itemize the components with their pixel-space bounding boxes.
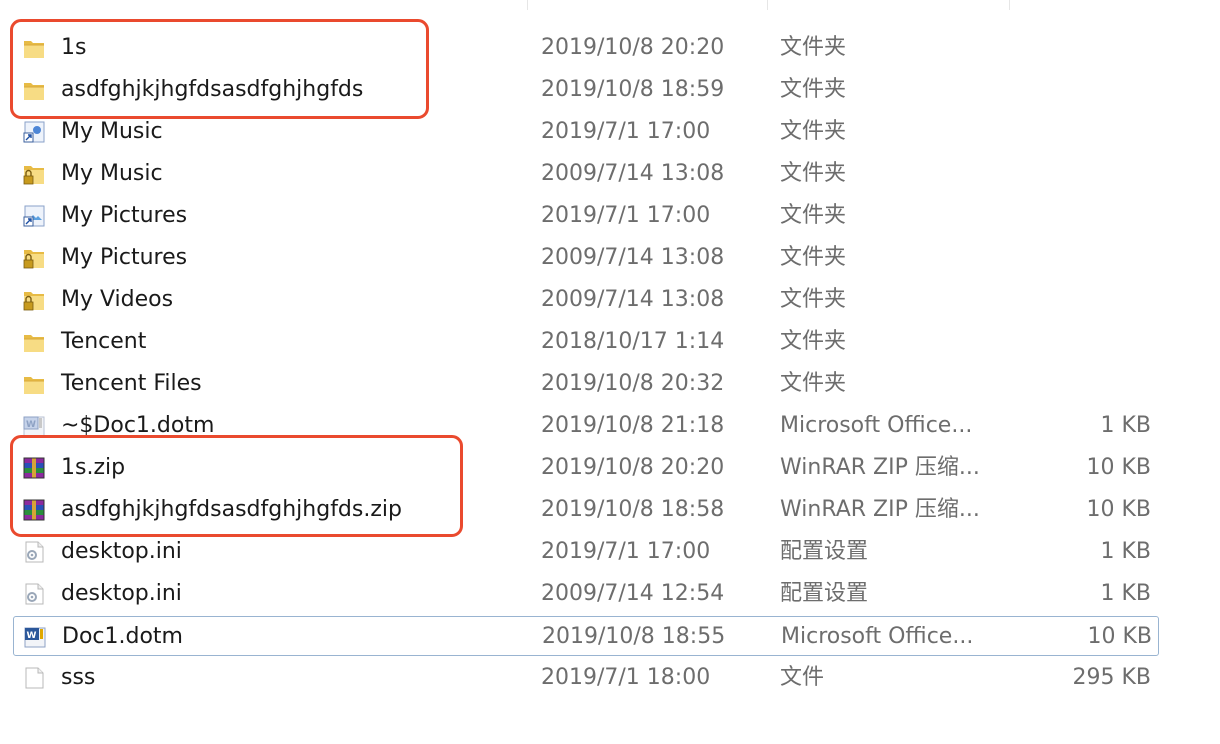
file-date-modified: 2019/7/1 17:00	[541, 203, 711, 228]
file-name: Doc1.dotm	[62, 624, 183, 649]
folder-icon	[21, 329, 47, 355]
file-type: 配置设置	[780, 539, 869, 564]
file-type: 文件夹	[780, 203, 847, 228]
file-size: 295 KB	[1072, 665, 1151, 690]
column-divider[interactable]	[527, 0, 528, 10]
file-name: Tencent	[61, 329, 147, 354]
file-name: My Pictures	[61, 245, 188, 270]
column-divider[interactable]	[1009, 0, 1010, 10]
file-size	[1033, 70, 1151, 110]
file-row[interactable]: My Videos 2009/7/14 13:08 文件夹	[13, 280, 1159, 320]
file-date-modified: 2019/10/8 20:32	[541, 371, 725, 396]
file-size	[1033, 322, 1151, 362]
highlight-box-folders	[10, 19, 429, 119]
file-size: 1 KB	[1100, 539, 1151, 564]
file-type: 文件夹	[780, 119, 847, 144]
file-date-modified: 2019/10/8 18:58	[541, 497, 725, 522]
file-type: Microsoft Office...	[780, 413, 973, 438]
locked-folder-icon	[21, 245, 47, 271]
file-type: 文件夹	[780, 371, 847, 396]
file-date-modified: 2019/10/8 20:20	[541, 35, 725, 60]
file-date-modified: 2009/7/14 13:08	[541, 287, 725, 312]
file-row[interactable]: My Pictures 2009/7/14 13:08 文件夹	[13, 238, 1159, 278]
file-type: 文件夹	[780, 161, 847, 186]
file-row[interactable]: desktop.ini 2019/7/1 17:00 配置设置 1 KB	[13, 532, 1159, 572]
file-size: 1 KB	[1100, 581, 1151, 606]
file-date-modified: 2019/7/1 18:00	[541, 665, 711, 690]
svg-text:W: W	[27, 631, 37, 641]
blank-file-icon	[21, 665, 47, 691]
word-template-icon: W	[22, 624, 48, 650]
file-name: sss	[61, 665, 96, 690]
file-name: desktop.ini	[61, 581, 182, 606]
file-name: desktop.ini	[61, 539, 182, 564]
file-row[interactable]: My Pictures 2019/7/1 17:00 文件夹	[13, 196, 1159, 236]
file-size: 10 KB	[1086, 497, 1151, 522]
file-type: 文件夹	[780, 245, 847, 270]
locked-folder-icon	[21, 287, 47, 313]
file-size	[1033, 364, 1151, 404]
file-date-modified: 2019/10/8 18:55	[542, 624, 726, 649]
file-row[interactable]: Tencent 2018/10/17 1:14 文件夹	[13, 322, 1159, 362]
svg-text:W: W	[26, 420, 36, 430]
file-type: Microsoft Office...	[781, 624, 974, 649]
file-type: 文件夹	[780, 287, 847, 312]
file-size	[1033, 28, 1151, 68]
file-name: My Pictures	[61, 203, 188, 228]
file-type: 文件	[780, 665, 825, 690]
file-type: WinRAR ZIP 压缩...	[780, 497, 980, 522]
file-size	[1033, 280, 1151, 320]
shortcut-music-icon	[21, 119, 47, 145]
file-type: 配置设置	[780, 581, 869, 606]
file-row[interactable]: My Music 2009/7/14 13:08 文件夹	[13, 154, 1159, 194]
file-size: 10 KB	[1087, 624, 1152, 649]
file-size	[1033, 238, 1151, 278]
file-date-modified: 2009/7/14 12:54	[541, 581, 725, 606]
file-date-modified: 2009/7/14 13:08	[541, 161, 725, 186]
file-size: 10 KB	[1086, 455, 1151, 480]
file-date-modified: 2019/10/8 18:59	[541, 77, 725, 102]
file-row[interactable]: sss 2019/7/1 18:00 文件 295 KB	[13, 658, 1159, 698]
file-type: 文件夹	[780, 329, 847, 354]
file-name: My Music	[61, 161, 163, 186]
folder-icon	[21, 371, 47, 397]
file-row[interactable]: Tencent Files 2019/10/8 20:32 文件夹	[13, 364, 1159, 404]
highlight-box-zips	[10, 435, 463, 537]
file-type: 文件夹	[780, 35, 847, 60]
file-name: Tencent Files	[61, 371, 202, 396]
file-size	[1033, 196, 1151, 236]
file-date-modified: 2009/7/14 13:08	[541, 245, 725, 270]
column-divider[interactable]	[767, 0, 768, 10]
ini-file-icon	[21, 581, 47, 607]
file-row[interactable]: desktop.ini 2009/7/14 12:54 配置设置 1 KB	[13, 574, 1159, 614]
file-date-modified: 2019/7/1 17:00	[541, 539, 711, 564]
file-date-modified: 2019/10/8 20:20	[541, 455, 725, 480]
file-list: 1s 2019/10/8 20:20 文件夹 asdfghjkjhgfdsasdfgh…	[0, 0, 1220, 744]
file-type: 文件夹	[780, 77, 847, 102]
ini-file-icon	[21, 539, 47, 565]
file-row[interactable]: W Doc1.dotm 2019/10/8 18:55 Microsoft Offic…	[13, 616, 1159, 656]
file-size	[1033, 154, 1151, 194]
shortcut-pictures-icon	[21, 203, 47, 229]
file-size	[1033, 112, 1151, 152]
file-type: WinRAR ZIP 压缩...	[780, 455, 980, 480]
file-name: My Videos	[61, 287, 174, 312]
file-date-modified: 2018/10/17 1:14	[541, 329, 725, 354]
locked-folder-icon	[21, 161, 47, 187]
file-date-modified: 2019/10/8 21:18	[541, 413, 725, 438]
file-date-modified: 2019/7/1 17:00	[541, 119, 711, 144]
file-size: 1 KB	[1100, 413, 1151, 438]
